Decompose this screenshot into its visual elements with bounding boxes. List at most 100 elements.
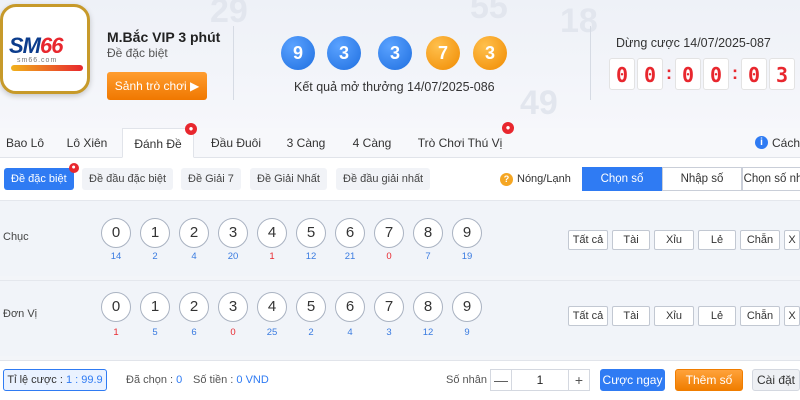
- odds-label: Tỉ lệ cược :: [7, 374, 63, 386]
- miss-count: 25: [266, 327, 278, 338]
- miss-count: 19: [461, 251, 473, 262]
- countdown-digit: 0: [675, 58, 701, 90]
- quick-select-clear-button[interactable]: X: [784, 306, 800, 326]
- subtab-de-dac-biet[interactable]: Đề đặc biệt ●: [4, 163, 79, 190]
- number-ball[interactable]: 6: [335, 218, 365, 248]
- quick-select-odd-button[interactable]: Lẻ: [698, 230, 736, 250]
- number-ball[interactable]: 8: [413, 292, 443, 322]
- tab-label: Trò Chơi Thú Vị: [417, 136, 503, 150]
- miss-count: 6: [191, 327, 197, 338]
- number-ball[interactable]: 5: [296, 218, 326, 248]
- countdown-digit: 0: [703, 58, 729, 90]
- number-ball[interactable]: 9: [452, 218, 482, 248]
- quick-select-small-button[interactable]: Xỉu: [654, 306, 694, 326]
- bet-type-tabs: Bao Lô Lô Xiên Đánh Đề ● Đầu Đuôi 3 Càng…: [0, 122, 800, 158]
- miss-count: 5: [152, 327, 158, 338]
- countdown-digit: 0: [609, 58, 635, 90]
- selected-count: Đã chọn : 0: [126, 374, 182, 386]
- countdown-digit: 3: [769, 58, 795, 90]
- number-ball[interactable]: 9: [452, 292, 482, 322]
- subtab-de-dau-giai-nhat[interactable]: Đề đầu giải nhất: [336, 168, 431, 190]
- question-icon[interactable]: ?: [500, 173, 513, 186]
- mode-enter-number[interactable]: Nhập số: [662, 167, 742, 191]
- digit-row-units: Đơn Vị 0 1 2 3 4 5 6 7 8 9 1 5 6 0 25 2 …: [0, 280, 800, 356]
- miss-count: 4: [191, 251, 197, 262]
- number-ball[interactable]: 1: [140, 218, 170, 248]
- tab-dau-duoi[interactable]: Đầu Đuôi: [200, 128, 272, 158]
- mode-pick-number[interactable]: Chọn số: [582, 167, 662, 191]
- quick-select-even-button[interactable]: Chẵn: [740, 306, 780, 326]
- brand-logo[interactable]: SM66 sm66.com: [0, 4, 90, 94]
- game-header: 29 18 49 55 SM66 sm66.com M.Bắc VIP 3 ph…: [0, 0, 800, 128]
- tab-bao-lo[interactable]: Bao Lô: [0, 128, 50, 158]
- number-ball[interactable]: 0: [101, 292, 131, 322]
- lobby-button[interactable]: Sảnh trò chơi ▶: [107, 72, 207, 100]
- quick-select-all-button[interactable]: Tất cả: [568, 230, 608, 250]
- digit-row-tens: Chục 0 1 2 3 4 5 6 7 8 9 14 2 4 20 1 12 …: [0, 200, 800, 276]
- quick-select-small-button[interactable]: Xỉu: [654, 230, 694, 250]
- settings-button[interactable]: Cài đặt: [752, 369, 800, 391]
- multiplier-input[interactable]: [512, 369, 568, 391]
- number-ball[interactable]: 2: [179, 218, 209, 248]
- tab-label: Đánh Đề: [134, 137, 182, 151]
- game-page: 29 18 49 55 SM66 sm66.com M.Bắc VIP 3 ph…: [0, 0, 800, 400]
- miss-count: 7: [425, 251, 431, 262]
- hot-badge-icon: ●: [68, 163, 79, 173]
- subtab-de-giai-7[interactable]: Đề Giải 7: [181, 168, 241, 190]
- hot-cold-toggle[interactable]: Nóng/Lạnh: [517, 173, 571, 185]
- logo-wordmark: SM66: [9, 33, 64, 58]
- mode-pick-number-quick[interactable]: Chọn số nh: [742, 167, 800, 191]
- quick-select-clear-button[interactable]: X: [784, 230, 800, 250]
- tab-lo-xien[interactable]: Lô Xiên: [52, 128, 122, 158]
- quick-select-big-button[interactable]: Tài: [612, 230, 650, 250]
- odds-value: 1 : 99.9: [65, 374, 103, 386]
- game-subtitle: Đề đặc biệt: [107, 46, 168, 60]
- number-ball[interactable]: 5: [296, 292, 326, 322]
- watermark: 55: [470, 0, 508, 26]
- quick-select-all-button[interactable]: Tất cả: [568, 306, 608, 326]
- number-ball[interactable]: 7: [374, 292, 404, 322]
- miss-count: 9: [464, 327, 470, 338]
- miss-count: 21: [344, 251, 356, 262]
- number-ball[interactable]: 8: [413, 218, 443, 248]
- quick-select-odd-button[interactable]: Lẻ: [698, 306, 736, 326]
- hot-badge-icon: ●: [502, 122, 514, 134]
- countdown-separator: :: [666, 63, 672, 83]
- multiplier-decrease-button[interactable]: —: [490, 369, 512, 391]
- bet-now-button[interactable]: Cược ngay: [600, 369, 665, 391]
- row-label: Đơn Vị: [3, 308, 38, 320]
- odds-ratio-box: Tỉ lệ cược : 1 : 99.9: [3, 369, 107, 391]
- number-ball[interactable]: 2: [179, 292, 209, 322]
- number-ball[interactable]: 4: [257, 218, 287, 248]
- number-ball[interactable]: 3: [218, 218, 248, 248]
- tab-tro-choi-thu-vi[interactable]: Trò Chơi Thú Vị ●: [410, 122, 514, 158]
- tab-3-cang[interactable]: 3 Càng: [276, 128, 336, 158]
- number-ball[interactable]: 3: [218, 292, 248, 322]
- number-ball[interactable]: 7: [374, 218, 404, 248]
- miss-count: 14: [110, 251, 122, 262]
- number-ball[interactable]: 6: [335, 292, 365, 322]
- watermark: 49: [520, 84, 558, 122]
- number-ball[interactable]: 0: [101, 218, 131, 248]
- amount-label: Số tiền :: [193, 374, 234, 386]
- miss-count: 0: [386, 251, 392, 262]
- info-icon[interactable]: i: [755, 136, 768, 149]
- selected-label: Đã chọn :: [126, 374, 174, 386]
- multiplier-label: Số nhân :: [446, 374, 494, 386]
- subtab-de-giai-nhat[interactable]: Đề Giải Nhất: [250, 168, 327, 190]
- quick-select-big-button[interactable]: Tài: [612, 306, 650, 326]
- multiplier-increase-button[interactable]: +: [568, 369, 590, 391]
- logo-swoosh: [11, 65, 83, 71]
- tab-4-cang[interactable]: 4 Càng: [342, 128, 402, 158]
- miss-count: 2: [308, 327, 314, 338]
- number-ball[interactable]: 1: [140, 292, 170, 322]
- subtab-de-dau-dac-biet[interactable]: Đề đầu đặc biệt: [82, 168, 174, 190]
- result-ball: 3: [327, 36, 361, 70]
- add-number-button[interactable]: Thêm số: [675, 369, 743, 391]
- number-ball[interactable]: 4: [257, 292, 287, 322]
- quick-select-even-button[interactable]: Chẵn: [740, 230, 780, 250]
- miss-count: 0: [230, 327, 236, 338]
- how-to-play-link[interactable]: Cách: [772, 136, 800, 150]
- tab-danh-de[interactable]: Đánh Đề ●: [122, 123, 197, 158]
- logo-subtext: sm66.com: [17, 57, 58, 64]
